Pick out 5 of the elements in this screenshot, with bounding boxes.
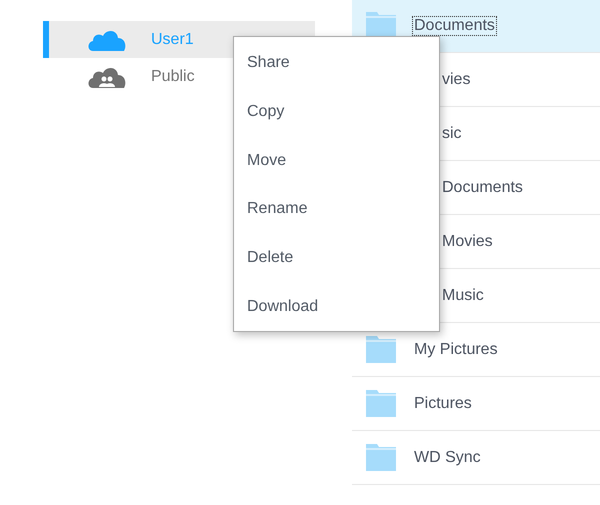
folder-icon	[366, 336, 396, 363]
folder-icon	[366, 444, 396, 471]
folder-icon	[366, 390, 396, 417]
shared-cloud-icon	[87, 66, 127, 88]
cloud-icon	[87, 28, 127, 50]
